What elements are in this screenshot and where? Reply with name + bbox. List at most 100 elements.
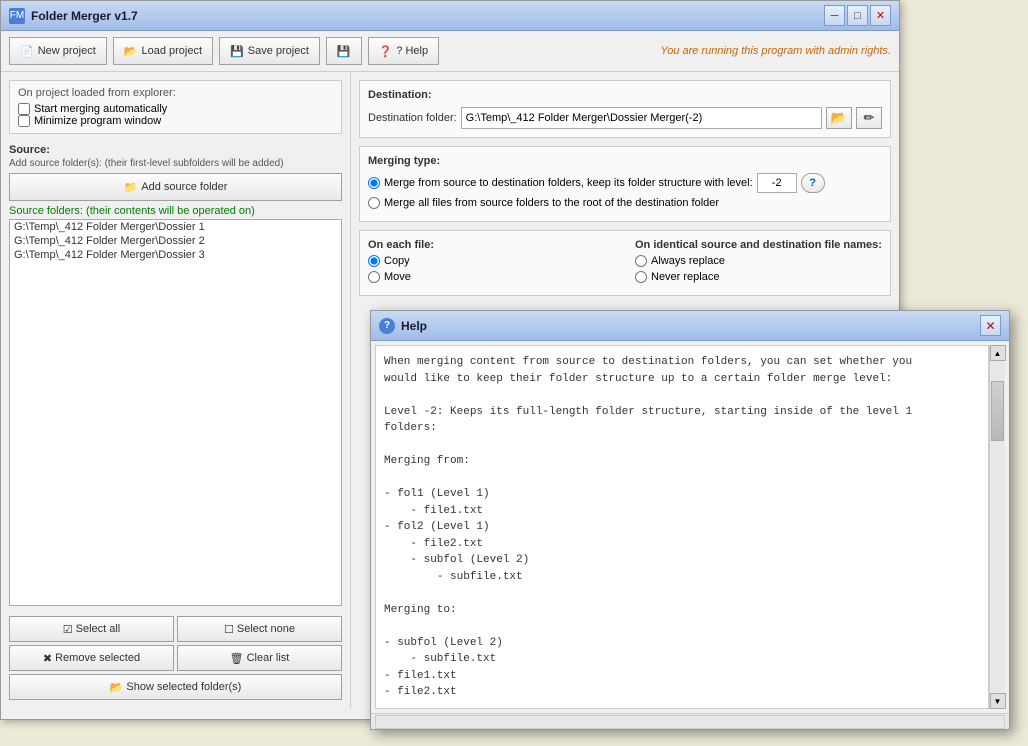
scroll-up-arrow[interactable]: ▲ [990, 345, 1006, 361]
source-section: Source: Add source folder(s): (their fir… [9, 144, 342, 606]
help-text-content[interactable]: When merging content from source to dest… [375, 345, 989, 709]
start-merging-row: Start merging automatically [18, 103, 333, 115]
add-source-button[interactable]: 📁 Add source folder [9, 173, 342, 201]
select-all-icon: ☑ [63, 623, 73, 636]
list-item[interactable]: G:\Temp\_412 Folder Merger\Dossier 3 [10, 248, 341, 262]
operations-section: On each file: Copy Move On identical sou… [359, 230, 891, 296]
select-none-icon: ☐ [224, 623, 234, 636]
browse-folder-button[interactable]: 📂 [826, 107, 852, 129]
merging-type-title: Merging type: [368, 155, 882, 167]
list-item[interactable]: G:\Temp\_412 Folder Merger\Dossier 1 [10, 220, 341, 234]
help-dialog-title: Help [401, 319, 427, 333]
edit-folder-icon: ✏ [864, 110, 875, 126]
always-replace-radio[interactable] [635, 255, 647, 267]
merge-option1-radio[interactable] [368, 177, 380, 189]
on-each-file-title: On each file: [368, 239, 615, 251]
main-title-bar: FM Folder Merger v1.7 ─ □ ✕ [1, 1, 899, 31]
on-identical-title: On identical source and destination file… [635, 239, 882, 251]
copy-label: Copy [384, 255, 410, 267]
minimize-button[interactable]: ─ [824, 5, 845, 26]
destination-title: Destination: [368, 89, 882, 101]
help-scrollbar: ▲ ▼ [989, 345, 1005, 709]
save-icon: 💾 [337, 45, 351, 58]
load-project-icon: 📂 [124, 45, 138, 58]
help-title-left: ? Help [379, 318, 427, 334]
help-dialog: ? Help ✕ When merging content from sourc… [370, 310, 1010, 730]
copy-row: Copy [368, 255, 615, 267]
never-replace-label: Never replace [651, 271, 719, 283]
destination-row: Destination folder: 📂 ✏ [368, 107, 882, 129]
help-horizontal-scrollbar[interactable] [375, 715, 1005, 729]
remove-selected-icon: ✖ [43, 652, 52, 665]
title-buttons: ─ □ ✕ [824, 5, 891, 26]
copy-radio[interactable] [368, 255, 380, 267]
save-project-button[interactable]: 💾 Save project [219, 37, 320, 65]
help-icon: ❓ [379, 45, 393, 58]
merge-help-button[interactable]: ? [801, 173, 825, 193]
merge-option2-radio[interactable] [368, 197, 380, 209]
merging-type-section: Merging type: Merge from source to desti… [359, 146, 891, 222]
new-project-icon: 📄 [20, 45, 34, 58]
on-each-file-col: On each file: Copy Move [368, 239, 615, 287]
help-dialog-icon: ? [379, 318, 395, 334]
app-title: Folder Merger v1.7 [31, 9, 138, 23]
destination-input[interactable] [461, 107, 822, 129]
left-panel: On project loaded from explorer: Start m… [1, 72, 351, 708]
select-none-button[interactable]: ☐ Select none [177, 616, 342, 642]
show-selected-icon: 📂 [110, 681, 124, 694]
clear-list-icon: 🗑 [230, 652, 244, 665]
clear-list-button[interactable]: 🗑 Clear list [177, 645, 342, 671]
help-close-button[interactable]: ✕ [980, 315, 1001, 336]
source-title: Source: [9, 144, 342, 156]
on-identical-col: On identical source and destination file… [635, 239, 882, 287]
source-hint: Add source folder(s): (their first-level… [9, 158, 342, 169]
select-all-button[interactable]: ☑ Select all [9, 616, 174, 642]
never-replace-row: Never replace [635, 271, 882, 283]
merge-option2-label: Merge all files from source folders to t… [384, 197, 719, 209]
destination-label: Destination folder: [368, 112, 457, 124]
level-input[interactable] [757, 173, 797, 193]
edit-folder-button[interactable]: ✏ [856, 107, 882, 129]
never-replace-radio[interactable] [635, 271, 647, 283]
start-merging-label: Start merging automatically [34, 103, 167, 115]
remove-selected-button[interactable]: ✖ Remove selected [9, 645, 174, 671]
save-project-icon: 💾 [230, 45, 244, 58]
destination-section: Destination: Destination folder: 📂 ✏ [359, 80, 891, 138]
source-list[interactable]: G:\Temp\_412 Folder Merger\Dossier 1 G:\… [9, 219, 342, 606]
admin-notice: You are running this program with admin … [660, 45, 891, 57]
scrollbar-track[interactable] [990, 361, 1005, 693]
scroll-down-arrow[interactable]: ▼ [990, 693, 1006, 709]
load-project-button[interactable]: 📂 Load project [113, 37, 213, 65]
move-label: Move [384, 271, 411, 283]
save-icon-button[interactable]: 💾 [326, 37, 362, 65]
merge-option2-row: Merge all files from source folders to t… [368, 197, 882, 209]
browse-folder-icon: 📂 [831, 110, 847, 126]
help-content-area: When merging content from source to dest… [371, 341, 1009, 713]
new-project-button[interactable]: 📄 New project [9, 37, 107, 65]
source-folders-label: Source folders: (their contents will be … [9, 205, 342, 217]
add-source-icon: 📁 [124, 181, 138, 194]
close-button[interactable]: ✕ [870, 5, 891, 26]
toolbar: 📄 New project 📂 Load project 💾 Save proj… [1, 31, 899, 72]
bottom-buttons: ☑ Select all ☐ Select none ✖ Remove sele… [9, 616, 342, 700]
minimize-program-label: Minimize program window [34, 115, 161, 127]
merge-option1-label: Merge from source to destination folders… [384, 177, 753, 189]
on-project-title: On project loaded from explorer: [18, 87, 333, 99]
minimize-program-checkbox[interactable] [18, 115, 30, 127]
app-icon: FM [9, 8, 25, 24]
help-button[interactable]: ❓ ? Help [368, 37, 440, 65]
help-title-bar: ? Help ✕ [371, 311, 1009, 341]
on-project-section: On project loaded from explorer: Start m… [9, 80, 342, 134]
minimize-program-row: Minimize program window [18, 115, 333, 127]
list-item[interactable]: G:\Temp\_412 Folder Merger\Dossier 2 [10, 234, 341, 248]
show-selected-button[interactable]: 📂 Show selected folder(s) [9, 674, 342, 700]
always-replace-label: Always replace [651, 255, 725, 267]
help-circle-icon: ? [809, 177, 816, 189]
help-bottom-bar [371, 713, 1009, 729]
maximize-button[interactable]: □ [847, 5, 868, 26]
move-radio[interactable] [368, 271, 380, 283]
always-replace-row: Always replace [635, 255, 882, 267]
start-merging-checkbox[interactable] [18, 103, 30, 115]
scrollbar-thumb[interactable] [991, 381, 1004, 441]
title-bar-left: FM Folder Merger v1.7 [9, 8, 138, 24]
